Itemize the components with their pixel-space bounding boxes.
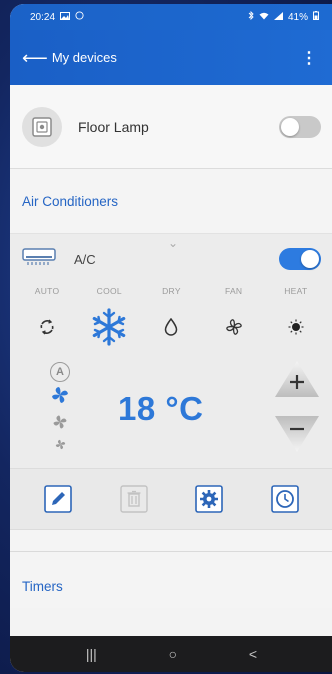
chevron-down-icon[interactable]: ⌄ <box>168 236 178 250</box>
back-button[interactable]: ⟵ My devices <box>22 49 117 67</box>
ac-mode-selector: AUTO COOL DRY FAN HEAT <box>10 286 332 350</box>
auto-mode-icon <box>39 304 55 350</box>
gallery-notification-icon <box>60 11 71 23</box>
temperature-controls <box>273 359 321 459</box>
status-time: 20:24 <box>30 11 56 23</box>
mode-label: AUTO <box>34 286 60 296</box>
settings-gear-button[interactable] <box>192 482 226 516</box>
sun-icon <box>288 304 304 350</box>
air-conditioner-icon <box>22 247 56 271</box>
ac-power-toggle[interactable] <box>279 248 321 270</box>
temperature-area: A 18 °C <box>10 350 332 468</box>
system-back-button[interactable]: < <box>249 646 257 662</box>
air-conditioners-section-title: Air Conditioners <box>10 169 332 233</box>
mode-auto[interactable]: AUTO <box>22 286 72 350</box>
ac-action-bar <box>10 468 332 530</box>
lamp-icon <box>22 106 62 147</box>
overflow-menu-button[interactable]: ⋮ <box>297 48 321 68</box>
mode-label: DRY <box>162 286 181 296</box>
mode-fan[interactable]: FAN <box>209 286 259 350</box>
fan-icon <box>224 304 244 350</box>
app-header: ⟵ My devices ⋮ <box>10 30 332 85</box>
toggle-knob <box>301 250 319 268</box>
edit-button[interactable] <box>41 482 75 516</box>
main-content: Floor Lamp Air Conditioners A/C ⌄ AUTO C… <box>10 85 332 608</box>
mode-cool[interactable]: COOL <box>84 286 134 350</box>
ac-header-row[interactable]: A/C ⌄ <box>10 234 332 284</box>
recents-button[interactable]: ||| <box>86 646 97 662</box>
back-button-label: My devices <box>51 50 117 65</box>
floor-lamp-name: Floor Lamp <box>78 118 149 135</box>
fan-speed-medium-icon[interactable] <box>51 413 69 436</box>
phone-screen: 20:24 41% ⟵ My devices ⋮ Floor Lamp Air … <box>10 4 332 672</box>
ac-name: A/C <box>74 251 96 267</box>
system-navigation-bar: ||| ○ < <box>10 636 332 672</box>
back-arrow-icon: ⟵ <box>22 47 48 68</box>
home-button[interactable]: ○ <box>169 646 177 662</box>
battery-icon <box>313 11 319 23</box>
temperature-readout: 18 °C <box>118 390 204 427</box>
bluetooth-icon <box>248 10 254 23</box>
wifi-icon <box>259 12 269 23</box>
timer-clock-button[interactable] <box>268 482 302 516</box>
mode-dry[interactable]: DRY <box>146 286 196 350</box>
floor-lamp-row[interactable]: Floor Lamp <box>10 85 332 169</box>
fan-speed-high-icon[interactable] <box>49 384 71 411</box>
status-bar: 20:24 41% <box>10 4 332 30</box>
toggle-knob <box>281 117 299 136</box>
mode-label: HEAT <box>284 286 308 296</box>
delete-button[interactable] <box>117 482 151 516</box>
mode-heat[interactable]: HEAT <box>271 286 321 350</box>
section-divider <box>10 530 332 552</box>
fan-speed-selector: A <box>36 362 84 456</box>
floor-lamp-power-toggle[interactable] <box>279 115 321 138</box>
temperature-up-button[interactable] <box>273 359 321 404</box>
timers-section-title: Timers <box>10 552 332 608</box>
whatsapp-notification-icon <box>75 11 84 23</box>
droplet-icon <box>164 304 178 350</box>
mode-label: COOL <box>96 286 122 296</box>
temperature-down-button[interactable] <box>273 414 321 459</box>
fan-speed-low-icon[interactable] <box>54 438 67 456</box>
signal-icon <box>273 11 283 23</box>
fan-auto-button[interactable]: A <box>50 362 70 382</box>
battery-percent: 41% <box>287 11 308 23</box>
ac-card: A/C ⌄ AUTO COOL DRY FAN HEAT A 18 °C <box>10 233 332 530</box>
mode-label: FAN <box>224 286 243 296</box>
snowflake-icon <box>89 304 129 350</box>
